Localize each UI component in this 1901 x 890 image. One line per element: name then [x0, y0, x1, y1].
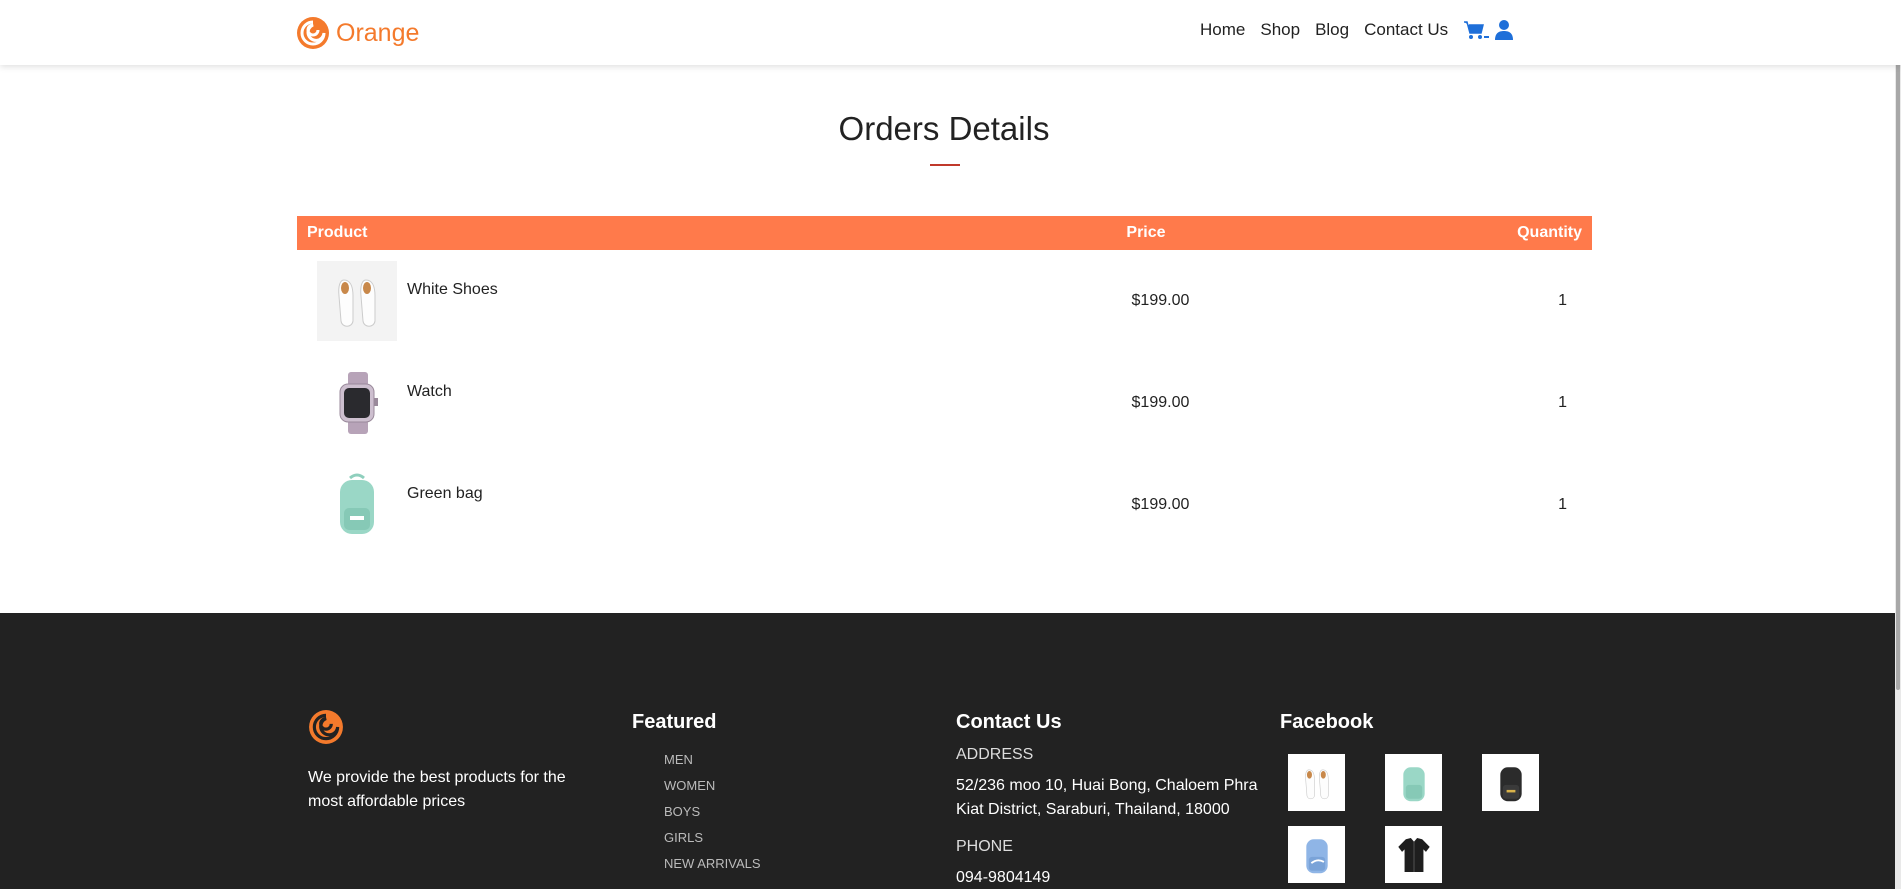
footer-facebook: Facebook	[1280, 711, 1539, 883]
blue-bag-image[interactable]	[1288, 826, 1345, 883]
product-cell: White Shoes	[297, 250, 993, 352]
table-row: Watch $199.00 1	[297, 352, 1592, 454]
orange-logo-icon	[309, 710, 343, 744]
footer-about: We provide the best products for the mos…	[308, 709, 588, 814]
brand-name: Orange	[336, 18, 420, 47]
featured-heading: Featured	[632, 711, 717, 733]
quantity-cell: 1	[1558, 292, 1567, 309]
featured-link-girls[interactable]: GIRLS	[664, 830, 761, 845]
cart-icon[interactable]	[1463, 20, 1490, 40]
quantity-cell: 1	[1558, 496, 1567, 513]
product-name[interactable]: Watch	[407, 383, 452, 401]
header-quantity: Quantity	[1299, 216, 1592, 250]
facebook-heading: Facebook	[1280, 711, 1374, 733]
featured-link-men[interactable]: MEN	[664, 752, 761, 767]
page-title: Orders Details	[838, 110, 1050, 147]
watch-image[interactable]	[317, 363, 397, 443]
product-name[interactable]: White Shoes	[407, 281, 498, 299]
table-row: Green bag $199.00 1	[297, 454, 1592, 556]
header-price: Price	[992, 216, 1300, 250]
price-cell: $199.00	[1131, 394, 1190, 411]
featured-link-new-arrivals[interactable]: NEW ARRIVALS	[664, 856, 761, 871]
product-cell: Green bag	[297, 454, 993, 556]
white-shoes-image[interactable]	[317, 261, 397, 341]
orange-logo-icon	[297, 17, 329, 49]
title-underline	[930, 164, 960, 166]
nav-shop[interactable]: Shop	[1260, 20, 1300, 40]
quantity-cell: 1	[1558, 394, 1567, 411]
orders-table: Product Price Quantity White Shoes $199.…	[297, 216, 1592, 556]
featured-link-boys[interactable]: BOYS	[664, 804, 761, 819]
white-shoes-image[interactable]	[1288, 754, 1345, 811]
phone-text[interactable]: 094-9804149	[956, 866, 1276, 890]
product-name[interactable]: Green bag	[407, 485, 483, 503]
featured-link-women[interactable]: WOMEN	[664, 778, 761, 793]
black-jacket-image[interactable]	[1385, 826, 1442, 883]
footer-featured: Featured MEN WOMEN BOYS GIRLS NEW ARRIVA…	[632, 711, 761, 882]
footer-contact: Contact Us ADDRESS 52/236 moo 10, Huai B…	[956, 711, 1276, 890]
header-product: Product	[297, 216, 993, 250]
phone-label: PHONE	[956, 838, 1013, 855]
price-cell: $199.00	[1131, 496, 1190, 513]
navbar: Orange Home Shop Blog Contact Us	[0, 0, 1901, 65]
nav-blog[interactable]: Blog	[1315, 20, 1349, 40]
main-nav: Home Shop Blog Contact Us	[1200, 20, 1519, 40]
brand-logo[interactable]: Orange	[296, 14, 419, 52]
table-row: White Shoes $199.00 1	[297, 250, 1592, 352]
nav-contact[interactable]: Contact Us	[1364, 20, 1448, 40]
product-cell: Watch	[297, 352, 993, 454]
green-bag-image[interactable]	[317, 465, 397, 545]
user-icon[interactable]	[1495, 20, 1514, 40]
page-scrollbar[interactable]	[1895, 0, 1901, 889]
footer-about-text: We provide the best products for the mos…	[308, 769, 566, 810]
footer: We provide the best products for the mos…	[0, 613, 1901, 889]
price-cell: $199.00	[1131, 292, 1190, 309]
scrollbar-thumb[interactable]	[1896, 0, 1900, 690]
facebook-gallery	[1280, 754, 1539, 883]
green-bag-image[interactable]	[1385, 754, 1442, 811]
address-label: ADDRESS	[956, 746, 1034, 763]
contact-heading: Contact Us	[956, 711, 1062, 733]
address-text: 52/236 moo 10, Huai Bong, Chaloem Phra K…	[956, 777, 1258, 818]
cart-badge	[1484, 36, 1490, 38]
black-bag-image[interactable]	[1482, 754, 1539, 811]
nav-home[interactable]: Home	[1200, 20, 1245, 40]
table-header-row: Product Price Quantity	[297, 216, 1592, 250]
